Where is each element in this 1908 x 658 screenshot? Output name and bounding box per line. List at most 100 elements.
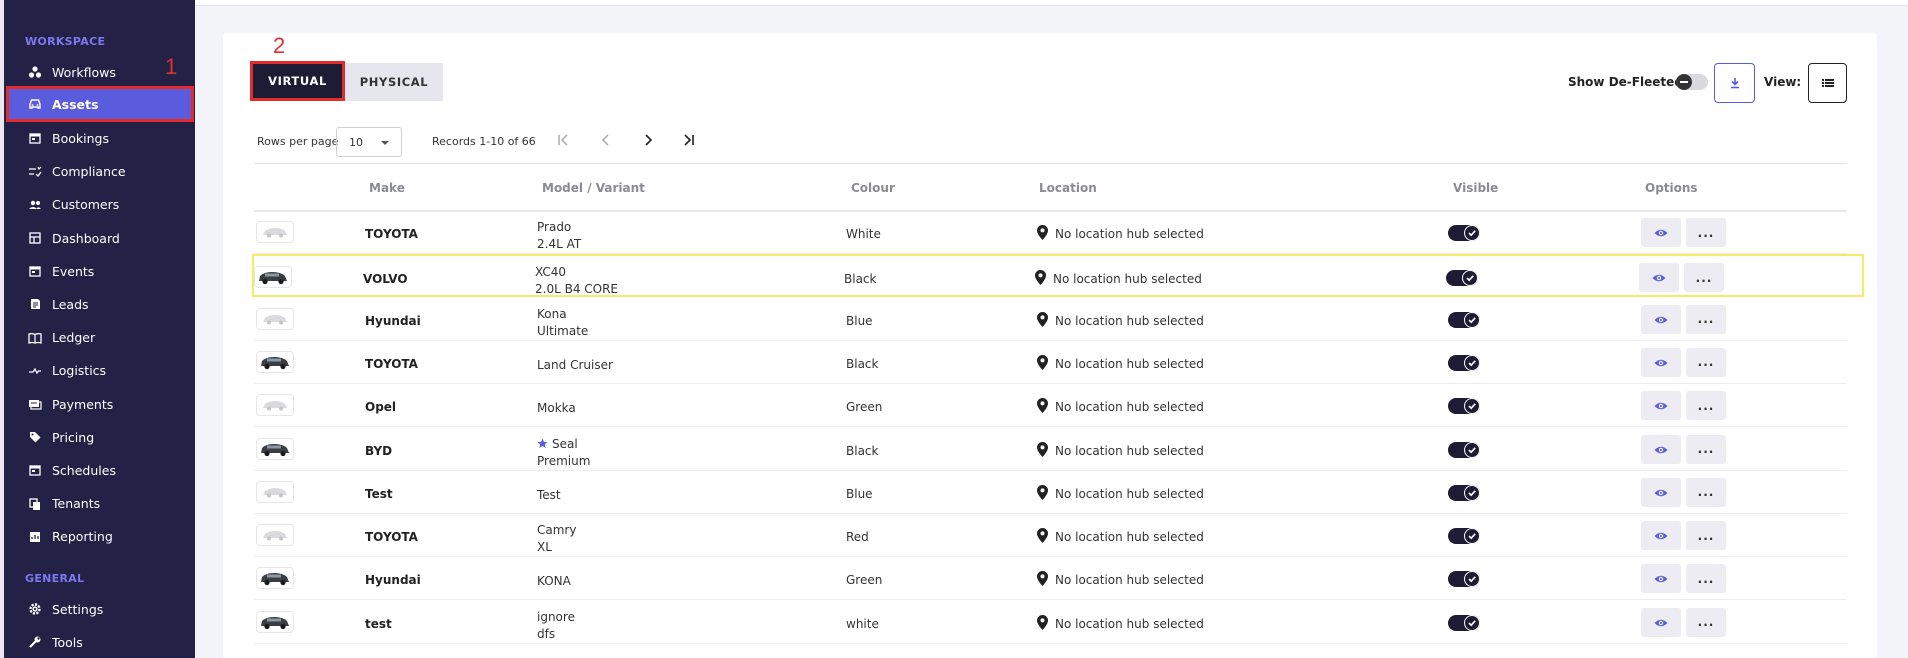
vehicle-location: No location hub selected <box>1037 398 1204 416</box>
check-icon <box>1464 528 1480 545</box>
view-asset-button[interactable] <box>1641 521 1681 551</box>
logistics-icon <box>27 363 43 379</box>
visible-toggle[interactable] <box>1448 441 1480 458</box>
next-page-button[interactable] <box>638 130 658 150</box>
table-row[interactable]: TOYOTA Camry XL Red No location hub selected… <box>254 514 1847 558</box>
vehicle-model-variant: Prado 2.4L AT <box>537 219 581 253</box>
visible-toggle[interactable] <box>1448 398 1480 415</box>
sidebar-item-logistics[interactable]: Logistics <box>6 353 194 389</box>
last-page-button[interactable] <box>678 130 698 150</box>
more-options-button[interactable]: ... <box>1686 218 1726 247</box>
visible-toggle[interactable] <box>1448 225 1480 241</box>
vehicle-variant: 2.0L B4 CORE <box>535 282 619 297</box>
table-row[interactable]: Test Test Blue No location hub selected... <box>254 471 1847 514</box>
sidebar-item-pricing[interactable]: Pricing <box>6 419 194 455</box>
rows-per-page-select[interactable]: 10 <box>336 127 402 157</box>
more-options-button[interactable]: ... <box>1686 521 1726 551</box>
more-options-button[interactable]: ... <box>1686 347 1726 377</box>
more-options-button[interactable]: ... <box>1686 434 1726 464</box>
view-asset-button[interactable] <box>1641 391 1681 421</box>
column-header-model[interactable]: Model / Variant <box>542 181 645 195</box>
table-row[interactable]: test ignore dfs white No location hub select… <box>254 601 1847 644</box>
table-row[interactable]: Hyundai Kona Ultimate Blue No location hub s… <box>254 298 1847 341</box>
vehicle-model: Kona <box>537 306 567 321</box>
location-pin-icon <box>1037 528 1048 546</box>
caret-down-icon <box>381 141 389 145</box>
table-row[interactable]: BYD Seal Premium Black No location hub selec… <box>254 428 1847 471</box>
download-button[interactable] <box>1714 63 1755 103</box>
sidebar-item-dashboard[interactable]: Dashboard <box>6 220 194 256</box>
sidebar-item-bookings[interactable]: Bookings <box>6 120 194 156</box>
vehicle-colour: Black <box>846 356 879 371</box>
view-asset-button[interactable] <box>1641 434 1681 464</box>
sidebar-item-compliance[interactable]: Compliance <box>6 154 194 190</box>
sidebar-item-events[interactable]: Events <box>6 253 194 289</box>
more-options-button[interactable]: ... <box>1686 304 1726 334</box>
visible-toggle[interactable] <box>1448 354 1480 371</box>
sidebar-item-reporting[interactable]: Reporting <box>6 519 194 555</box>
sidebar-item-tools[interactable]: Tools <box>6 624 194 658</box>
table-row[interactable]: Hyundai KONA Green No location hub selected… <box>254 557 1847 601</box>
tab-virtual[interactable]: VIRTUAL <box>250 61 345 101</box>
vehicle-location: No location hub selected <box>1037 571 1204 589</box>
eye-icon <box>1654 440 1668 459</box>
vehicle-model: Camry <box>537 523 577 538</box>
table-row[interactable]: TOYOTA Prado 2.4L AT White No location hub s… <box>254 211 1847 254</box>
sidebar-item-settings[interactable]: Settings <box>6 591 194 627</box>
tab-physical[interactable]: PHYSICAL <box>345 63 443 101</box>
more-options-button[interactable]: ... <box>1686 477 1726 507</box>
sidebar-item-payments[interactable]: Payments <box>6 386 194 422</box>
view-asset-button[interactable] <box>1641 607 1681 637</box>
vehicle-location: No location hub selected <box>1037 311 1204 330</box>
vehicle-make: TOYOTA <box>365 227 418 241</box>
view-asset-button[interactable] <box>1641 564 1681 594</box>
visible-toggle[interactable] <box>1448 484 1480 501</box>
table-row[interactable]: Opel Mokka Green No location hub selected..… <box>254 384 1847 428</box>
first-page-button[interactable] <box>554 130 574 150</box>
view-asset-button[interactable] <box>1641 218 1681 247</box>
more-options-button[interactable]: ... <box>1684 263 1724 293</box>
workspace-section-title: WORKSPACE <box>25 35 106 48</box>
star-icon <box>537 437 552 451</box>
list-view-button[interactable] <box>1808 63 1847 103</box>
eye-icon <box>1654 483 1668 502</box>
table-row[interactable]: VOLVO XC40 2.0L B4 CORE Black No location hu… <box>252 254 1864 298</box>
prev-page-button[interactable] <box>596 130 616 150</box>
sidebar-item-tenants[interactable]: Tenants <box>6 486 194 522</box>
sidebar-item-ledger[interactable]: Ledger <box>6 320 194 356</box>
visible-toggle[interactable] <box>1448 571 1480 588</box>
more-options-button[interactable]: ... <box>1686 391 1726 421</box>
sidebar-item-leads[interactable]: Leads <box>6 286 194 322</box>
column-header-make[interactable]: Make <box>369 181 405 195</box>
vehicle-thumbnail <box>256 524 294 547</box>
visible-toggle[interactable] <box>1448 614 1480 631</box>
vehicle-colour: Green <box>846 400 883 415</box>
sidebar-item-schedules[interactable]: Schedules <box>6 452 194 488</box>
view-asset-button[interactable] <box>1641 304 1681 334</box>
vehicle-make: Opel <box>365 400 397 415</box>
more-options-button[interactable]: ... <box>1686 607 1726 637</box>
sidebar-item-label: Pricing <box>52 429 95 445</box>
view-asset-button[interactable] <box>1641 477 1681 507</box>
table-row[interactable]: TOYOTA Land Cruiser Black No location hub s… <box>254 341 1847 384</box>
visible-toggle[interactable] <box>1448 528 1480 545</box>
sidebar-item-customers[interactable]: Customers <box>6 187 194 223</box>
column-header-location[interactable]: Location <box>1039 181 1097 195</box>
vehicle-model-variant: Test <box>537 487 561 504</box>
view-asset-button[interactable] <box>1641 347 1681 377</box>
column-header-visible[interactable]: Visible <box>1453 181 1498 195</box>
vehicle-colour: White <box>846 227 881 241</box>
records-count: Records 1-10 of 66 <box>432 135 536 148</box>
sidebar-item-label: Ledger <box>52 330 96 346</box>
vehicle-model: KONA <box>537 574 571 589</box>
vehicle-variant: 2.4L AT <box>537 237 582 251</box>
visible-toggle[interactable] <box>1446 270 1478 287</box>
calendar-icon <box>27 263 43 279</box>
show-defleeted-toggle[interactable] <box>1676 74 1708 90</box>
vehicle-make: Test <box>365 486 393 501</box>
visible-toggle[interactable] <box>1448 311 1480 328</box>
column-header-colour[interactable]: Colour <box>851 181 895 195</box>
sidebar-item-assets[interactable]: Assets <box>6 86 194 123</box>
more-options-button[interactable]: ... <box>1686 564 1726 594</box>
view-asset-button[interactable] <box>1639 263 1679 293</box>
